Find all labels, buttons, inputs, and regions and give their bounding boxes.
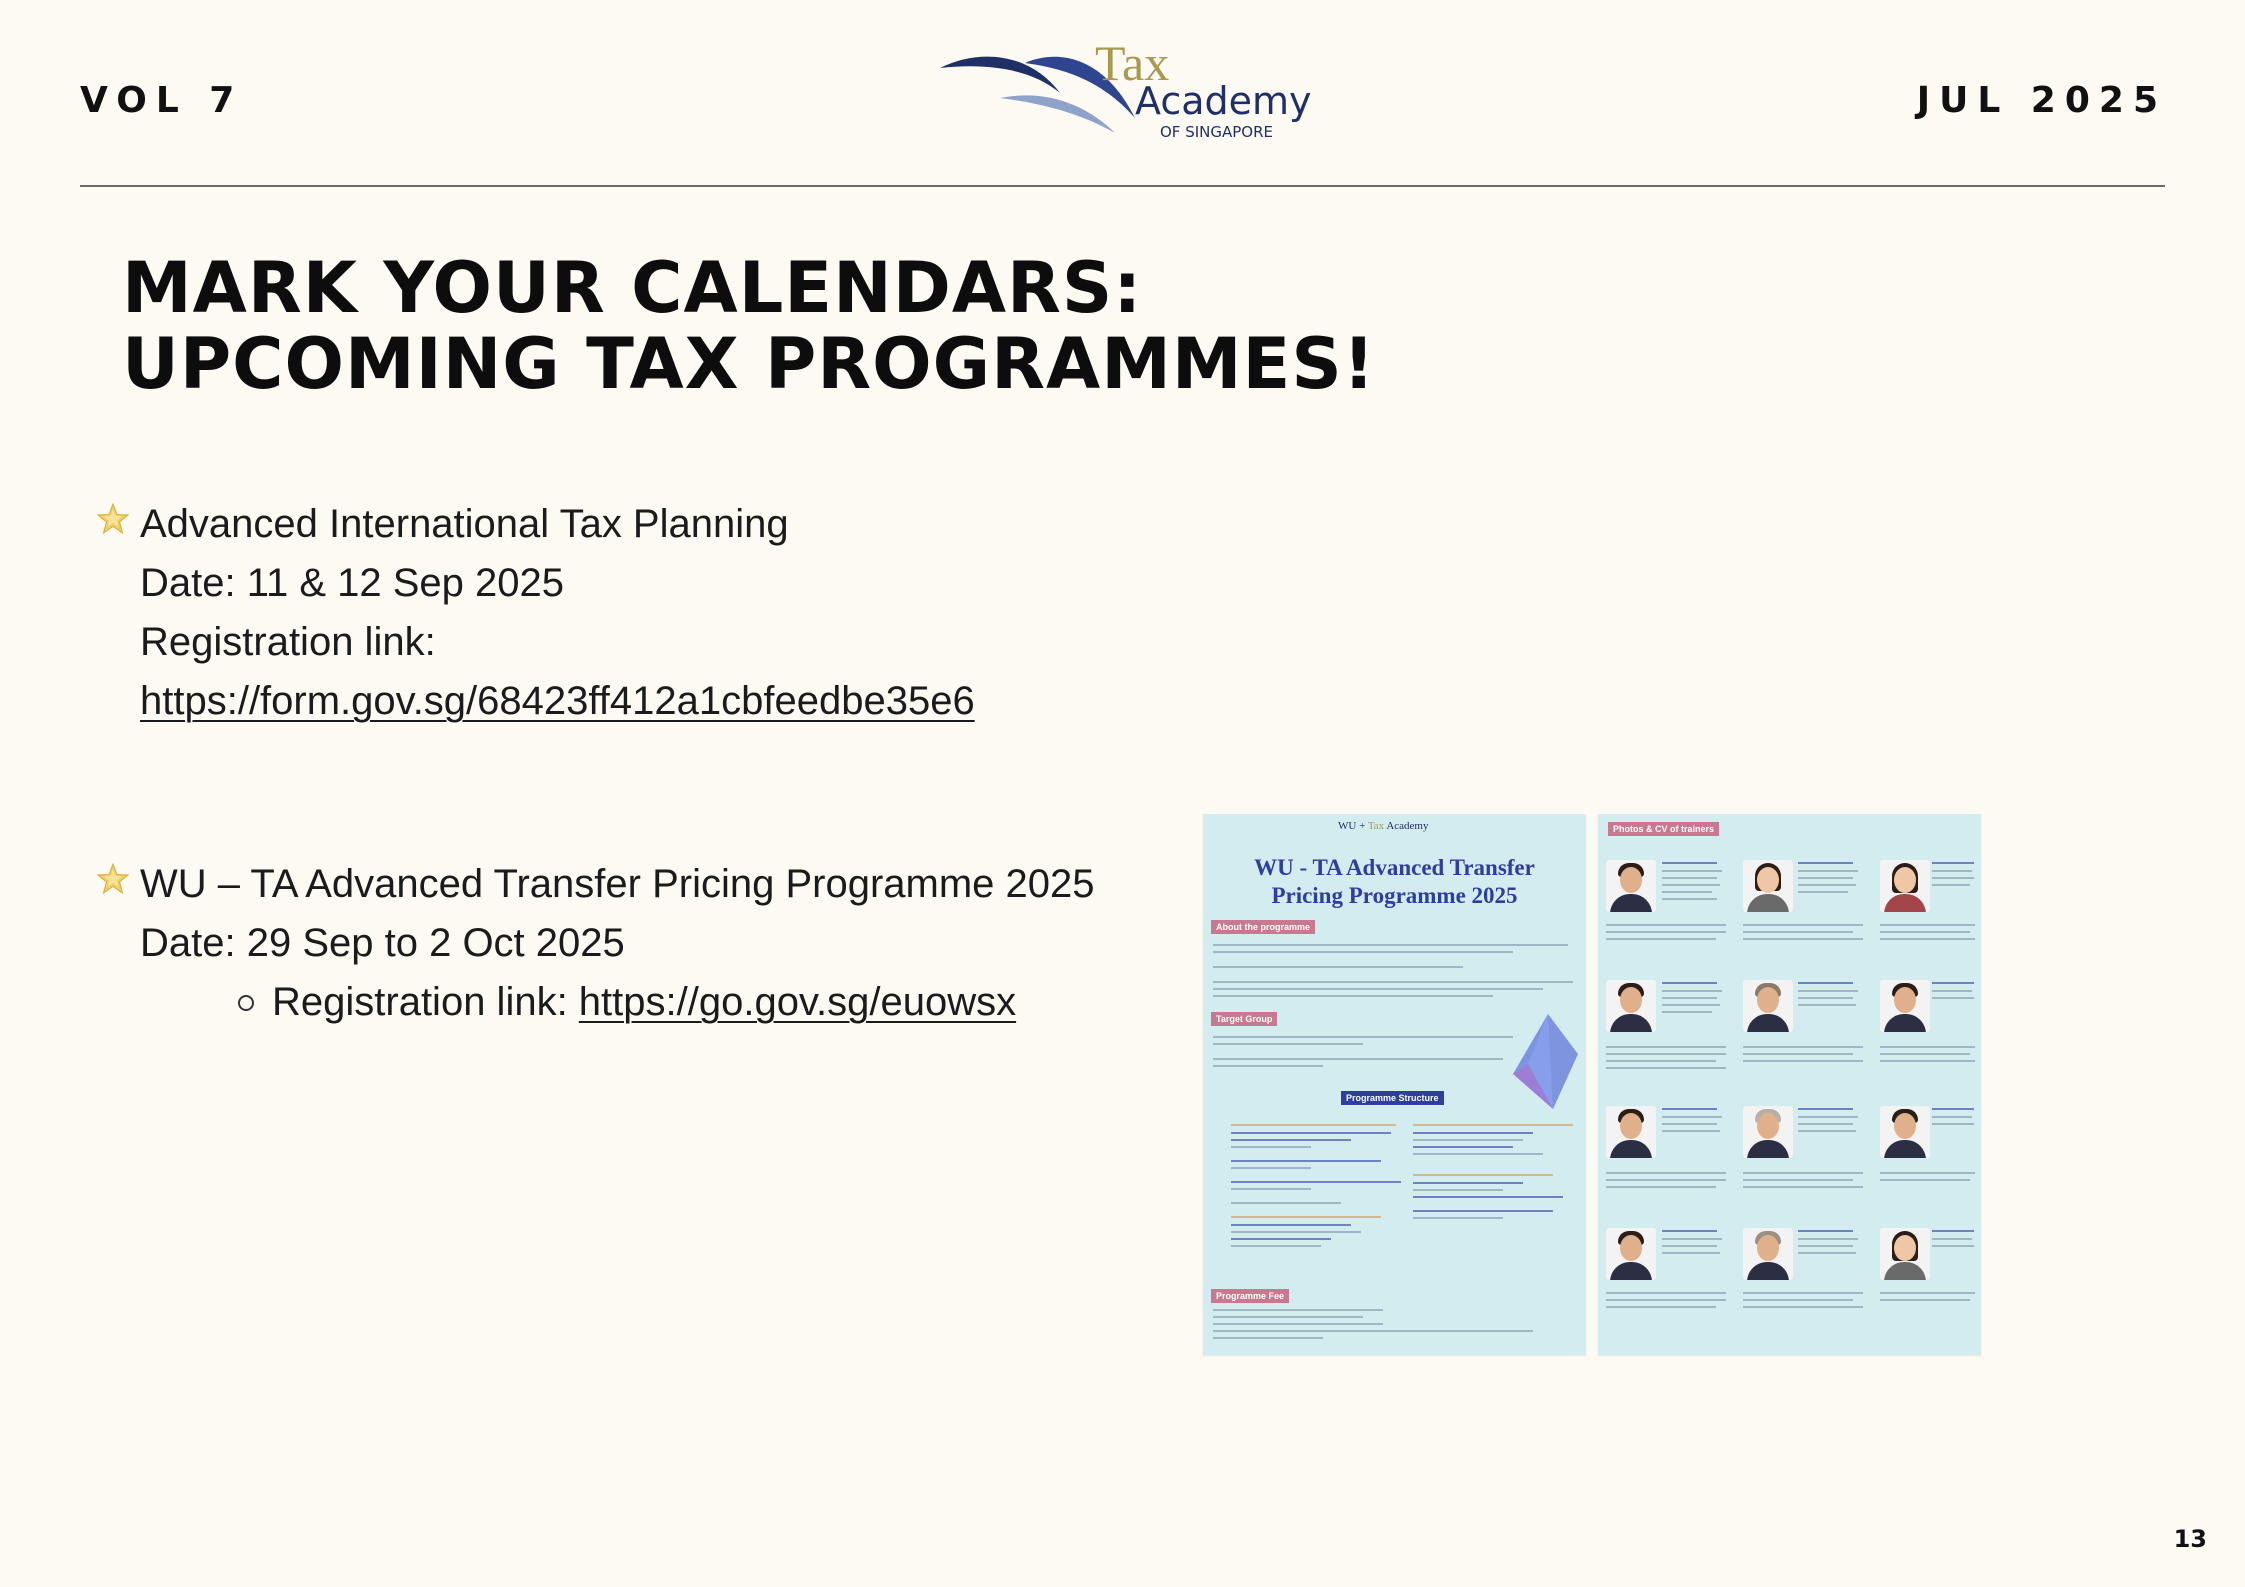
trainer-photo bbox=[1743, 1228, 1793, 1280]
trainer-photo bbox=[1880, 860, 1930, 912]
trainer-photo bbox=[1606, 1228, 1656, 1280]
programme-2-name: WU – TA Advanced Transfer Pricing Progra… bbox=[140, 862, 1095, 906]
programme-item-1: Advanced International Tax Planning Date… bbox=[140, 495, 975, 731]
programme-1-name: Advanced International Tax Planning bbox=[140, 502, 789, 546]
brochure-title-line1: WU - TA Advanced Transfer bbox=[1254, 855, 1535, 880]
brochure-title: WU - TA Advanced Transfer Pricing Progra… bbox=[1203, 854, 1586, 910]
page-number: 13 bbox=[2173, 1525, 2207, 1553]
programme-item-2: WU – TA Advanced Transfer Pricing Progra… bbox=[140, 855, 1120, 1032]
programme-2-registration: Registration link: https://go.gov.sg/euo… bbox=[140, 973, 1120, 1032]
trainer-photo bbox=[1743, 980, 1793, 1032]
brochure-trainers-heading: Photos & CV of trainers bbox=[1608, 822, 1720, 836]
star-icon bbox=[97, 863, 129, 895]
trainer-photo bbox=[1880, 1106, 1930, 1158]
trainer-photo bbox=[1606, 980, 1656, 1032]
brochure-section-about: About the programme bbox=[1211, 920, 1316, 934]
star-icon bbox=[97, 503, 129, 535]
brochure-page-trainers[interactable]: Photos & CV of trainers bbox=[1598, 814, 1981, 1355]
brochure-section-fee: Programme Fee bbox=[1211, 1289, 1290, 1303]
programme-1-registration-label: Registration link: bbox=[140, 620, 436, 664]
programme-2-date: Date: 29 Sep to 2 Oct 2025 bbox=[140, 921, 625, 965]
brochure-section-structure: Programme Structure bbox=[1341, 1091, 1444, 1105]
circle-bullet-icon bbox=[238, 995, 254, 1011]
programme-1-registration-link[interactable]: https://form.gov.sg/68423ff412a1cbfeedbe… bbox=[140, 679, 975, 723]
issue-date: JUL 2025 bbox=[1916, 80, 2167, 121]
trainer-photo bbox=[1606, 1106, 1656, 1158]
page-title-line1: MARK YOUR CALENDARS: bbox=[122, 247, 1143, 329]
volume-label: VOL 7 bbox=[80, 80, 244, 121]
logo-academy-text: Academy bbox=[1135, 79, 1312, 123]
programme-2-registration-label: Registration link: bbox=[272, 980, 579, 1024]
trainer-photo bbox=[1743, 860, 1793, 912]
brochure-title-line2: Pricing Programme 2025 bbox=[1271, 883, 1518, 908]
brochure-section-target: Target Group bbox=[1211, 1012, 1278, 1026]
trainer-photo bbox=[1880, 1228, 1930, 1280]
programme-2-registration-link[interactable]: https://go.gov.sg/euowsx bbox=[579, 980, 1016, 1024]
crystal-graphic-icon bbox=[1513, 1014, 1578, 1109]
page-title-line2: UPCOMING TAX PROGRAMMES! bbox=[122, 323, 1376, 405]
trainer-photo bbox=[1880, 980, 1930, 1032]
header-divider bbox=[80, 185, 2165, 187]
brochure-page-overview[interactable]: WU + Tax Academy WU - TA Advanced Transf… bbox=[1203, 814, 1586, 1355]
trainer-photo bbox=[1606, 860, 1656, 912]
brochure-logo: WU + Tax Academy bbox=[1338, 820, 1429, 832]
logo-subtitle: OF SINGAPORE bbox=[1160, 123, 1274, 141]
tax-academy-logo: Tax Academy OF SINGAPORE bbox=[940, 38, 1312, 148]
page-title: MARK YOUR CALENDARS: UPCOMING TAX PROGRA… bbox=[122, 250, 1376, 402]
trainer-photo bbox=[1743, 1106, 1793, 1158]
programme-1-date: Date: 11 & 12 Sep 2025 bbox=[140, 561, 565, 605]
